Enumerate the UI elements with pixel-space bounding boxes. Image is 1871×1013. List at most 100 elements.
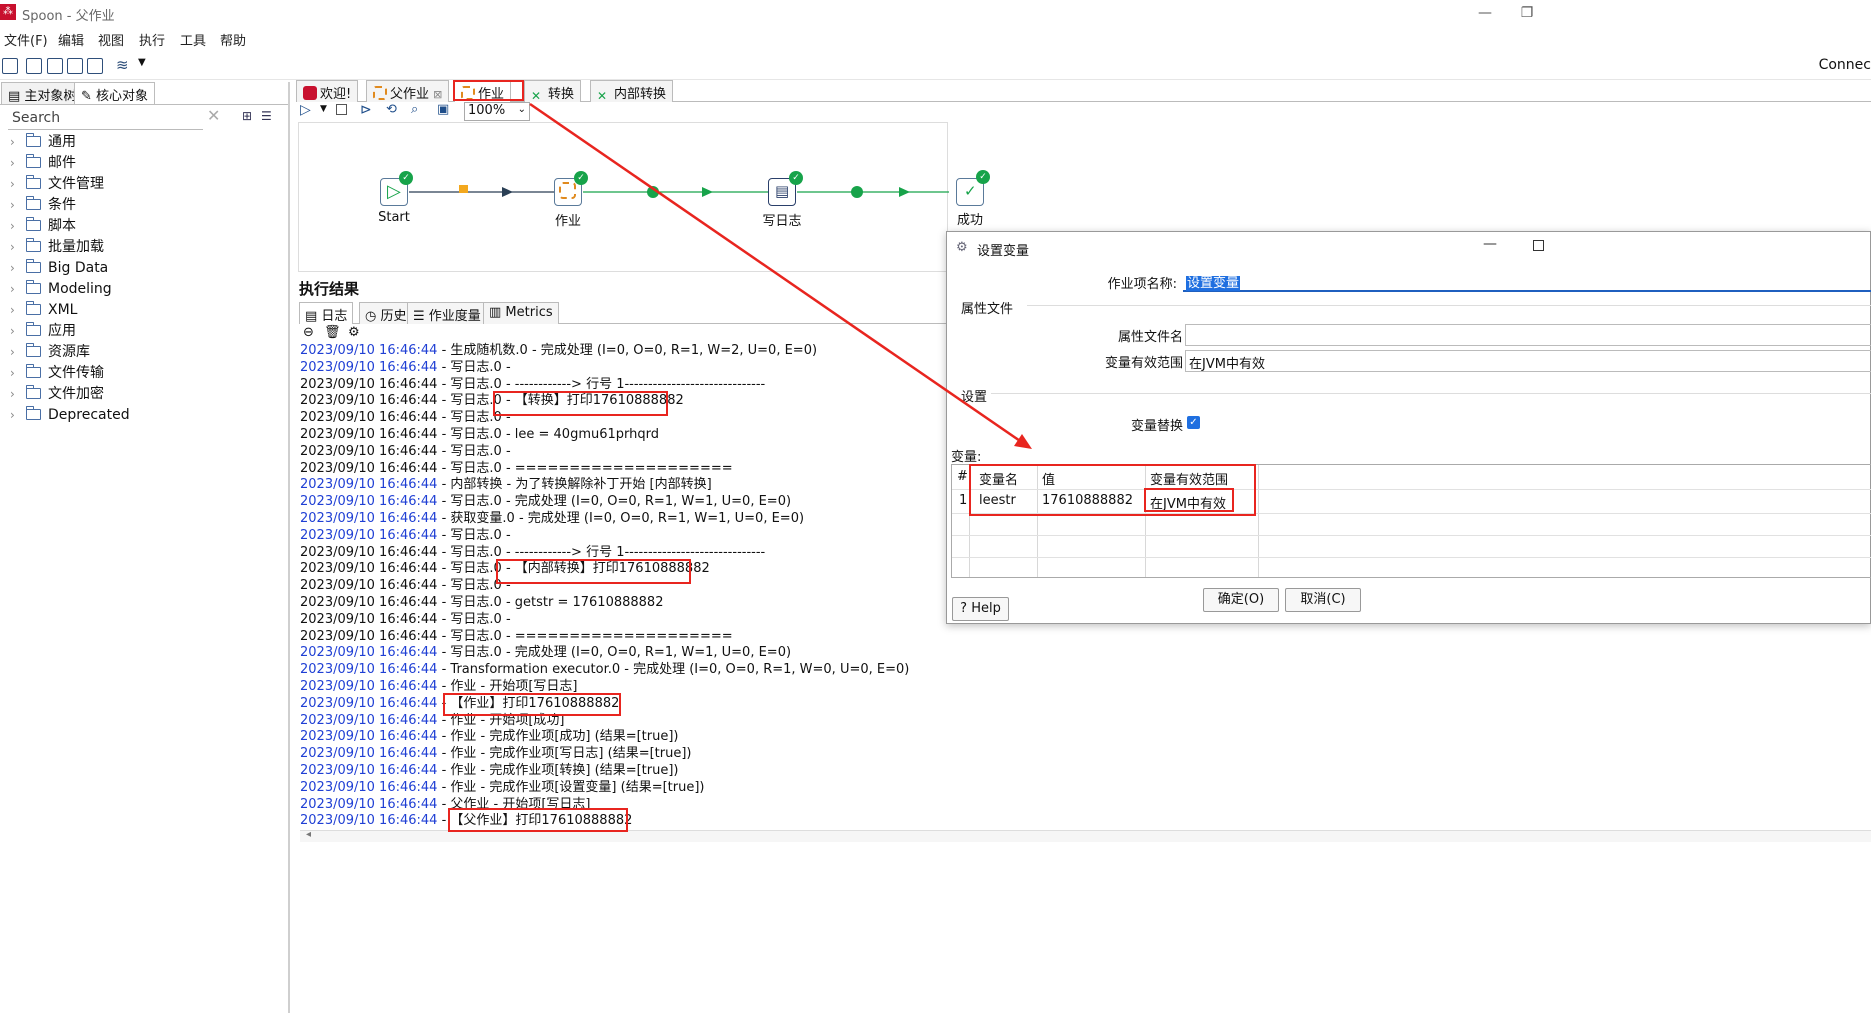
hop-arrow	[899, 187, 910, 197]
tab-core-objects[interactable]: ✎ 核心对象	[74, 82, 156, 104]
connect-button[interactable]: Connec	[1819, 57, 1871, 73]
replace-vars-checkbox[interactable]: ✓	[1187, 416, 1200, 429]
open-file-icon[interactable]	[26, 58, 42, 74]
menu-edit[interactable]: 编辑	[58, 30, 84, 49]
menu-run[interactable]: 执行	[139, 30, 165, 49]
log-message: - 作业 - 完成作业项[设置变量] (结果=[true])	[437, 779, 705, 795]
new-file-icon[interactable]	[2, 58, 18, 74]
scroll-left-icon[interactable]: ◂	[306, 829, 311, 840]
log-message: - 写日志.0 - getstr = 17610888882	[437, 594, 664, 610]
left-panel: ▤ 主对象树 ✎ 核心对象 Search ✕ ⊞ ☰ › 通用 › 邮件 › 文件管理…	[0, 82, 290, 1013]
tab-parent-job[interactable]: 父作业 ⊠	[366, 80, 450, 102]
tree-item-big-data[interactable]: › Big Data	[10, 258, 108, 278]
log-timestamp: 2023/09/10 16:46:44	[300, 460, 438, 476]
run-icon[interactable]: ▷	[300, 102, 311, 118]
tree-item-modeling[interactable]: › Modeling	[10, 279, 112, 299]
run-dropdown-icon[interactable]: ▼	[320, 104, 327, 114]
log-line: 2023/09/10 16:46:44 - 作业 - 完成作业项[设置变量] (…	[300, 780, 1871, 797]
menu-tools[interactable]: 工具	[180, 30, 206, 49]
metrics-list-icon: ☰	[413, 309, 429, 324]
explore-repo-icon[interactable]	[47, 58, 63, 74]
spoon-icon	[303, 86, 317, 100]
metrics-chart-icon: ▥	[489, 305, 506, 320]
prop-file-input[interactable]	[1185, 324, 1871, 346]
tree-item-xml[interactable]: › XML	[10, 300, 77, 320]
gear-icon[interactable]: ⚙	[348, 325, 360, 340]
tree-item-bulk-loading[interactable]: › 批量加载	[10, 237, 104, 257]
log-message: - 写日志.0 -	[437, 359, 511, 375]
log-timestamp: 2023/09/10 16:46:44	[300, 544, 438, 560]
ok-button[interactable]: 确定(O)	[1203, 588, 1279, 612]
clear-search-icon[interactable]: ✕	[207, 106, 220, 125]
dropdown-arrow-icon[interactable]: ▼	[138, 57, 146, 68]
tab-log[interactable]: ▤ 日志	[299, 302, 354, 324]
expand-tree-icon[interactable]: ⊞	[242, 109, 252, 123]
tree-label: 应用	[48, 323, 76, 339]
menu-file[interactable]: 文件(F)	[4, 30, 48, 49]
hop-arrow	[502, 187, 513, 197]
stop-icon[interactable]	[336, 104, 347, 115]
replay-icon[interactable]: ⟲	[386, 102, 397, 117]
explore-db-icon[interactable]: ▣	[437, 102, 449, 117]
tab-metrics[interactable]: ▥ Metrics	[483, 302, 559, 324]
tree-item-file-transfer[interactable]: › 文件传输	[10, 363, 104, 383]
collapse-tree-icon[interactable]: ☰	[261, 109, 272, 123]
minimize-button[interactable]: —	[1470, 2, 1500, 24]
trash-icon[interactable]: 🗑	[324, 325, 341, 340]
group-property-file: 属性文件	[961, 302, 1014, 317]
help-label: Help	[971, 601, 1001, 616]
tree-item-file-encryption[interactable]: › 文件加密	[10, 384, 104, 404]
preview-icon[interactable]: ⊳	[360, 102, 372, 118]
help-button[interactable]: ? Help	[952, 597, 1009, 621]
job-name-input[interactable]: 设置变量	[1183, 270, 1871, 292]
success-badge-icon: ✓	[976, 170, 990, 184]
menu-view[interactable]: 视图	[98, 30, 124, 49]
scope-select[interactable]: 在JVM中有效	[1185, 350, 1871, 372]
save-as-icon[interactable]	[87, 58, 103, 74]
tree-item-deprecated[interactable]: › Deprecated	[10, 405, 130, 425]
success-badge-icon: ✓	[574, 171, 588, 185]
tab-job-metrics[interactable]: ☰ 作业度量	[407, 302, 487, 324]
layers-icon[interactable]: ≋	[116, 56, 129, 74]
tab-welcome[interactable]: 欢迎!	[296, 80, 359, 102]
restore-button[interactable]: ❐	[1512, 2, 1542, 24]
log-timestamp: 2023/09/10 16:46:44	[300, 578, 438, 594]
save-icon[interactable]	[67, 58, 83, 74]
folder-icon	[25, 196, 41, 210]
log-timestamp: 2023/09/10 16:46:44	[300, 343, 438, 358]
minimize-button[interactable]: —	[1483, 236, 1497, 252]
tree-item-utility[interactable]: › 应用	[10, 321, 76, 341]
job-icon	[373, 86, 387, 100]
highlight-box	[493, 391, 668, 416]
tab-transformation[interactable]: ✕ 转换	[524, 80, 582, 103]
tree-item-mail[interactable]: › 邮件	[10, 153, 76, 173]
job-canvas[interactable]: ▷ ✓ Start ✓ 作业 ▤ ✓ 写日志 ✓	[298, 122, 984, 272]
tree-item-general[interactable]: › 通用	[10, 132, 76, 152]
log-timestamp: 2023/09/10 16:46:44	[300, 779, 438, 795]
tree-item-scripting[interactable]: › 脚本	[10, 216, 76, 236]
tab-inner-transformation[interactable]: ✕ 内部转换	[590, 80, 674, 103]
tree-item-repository[interactable]: › 资源库	[10, 342, 90, 362]
log-message: - 写日志.0 - ------------> 行号 1------------…	[437, 376, 766, 392]
checkmark-icon: ✓	[964, 182, 977, 200]
maximize-button[interactable]	[1533, 240, 1544, 251]
menu-help[interactable]: 帮助	[220, 30, 246, 49]
tab-main-object-tree[interactable]: ▤ 主对象树	[1, 82, 84, 104]
chevron-right-icon: ›	[10, 366, 15, 380]
search-input[interactable]: Search	[8, 108, 203, 130]
close-tab-icon[interactable]: ⊠	[433, 88, 442, 101]
tree-label: 文件管理	[48, 176, 104, 192]
tab-history[interactable]: ◷ 历史	[359, 302, 413, 324]
tree-label: XML	[48, 302, 78, 318]
log-line: 2023/09/10 16:46:44 - 作业 - 完成作业项[写日志] (结…	[300, 746, 1871, 763]
chevron-right-icon: ›	[10, 408, 15, 422]
tree-item-file-management[interactable]: › 文件管理	[10, 174, 104, 194]
cancel-button[interactable]: 取消(C)	[1285, 588, 1361, 612]
tree-item-conditions[interactable]: › 条件	[10, 195, 76, 215]
chevron-right-icon: ›	[10, 240, 15, 254]
log-line: 2023/09/10 16:46:44 - Transformation exe…	[300, 662, 1871, 679]
sql-icon[interactable]: ⌕	[411, 102, 418, 117]
zoom-select[interactable]: 100% ⌄	[464, 102, 530, 121]
clear-log-icon[interactable]: ⊖	[303, 325, 314, 340]
menu-bar: 文件(F) 编辑 视图 执行 工具 帮助	[0, 28, 1871, 50]
